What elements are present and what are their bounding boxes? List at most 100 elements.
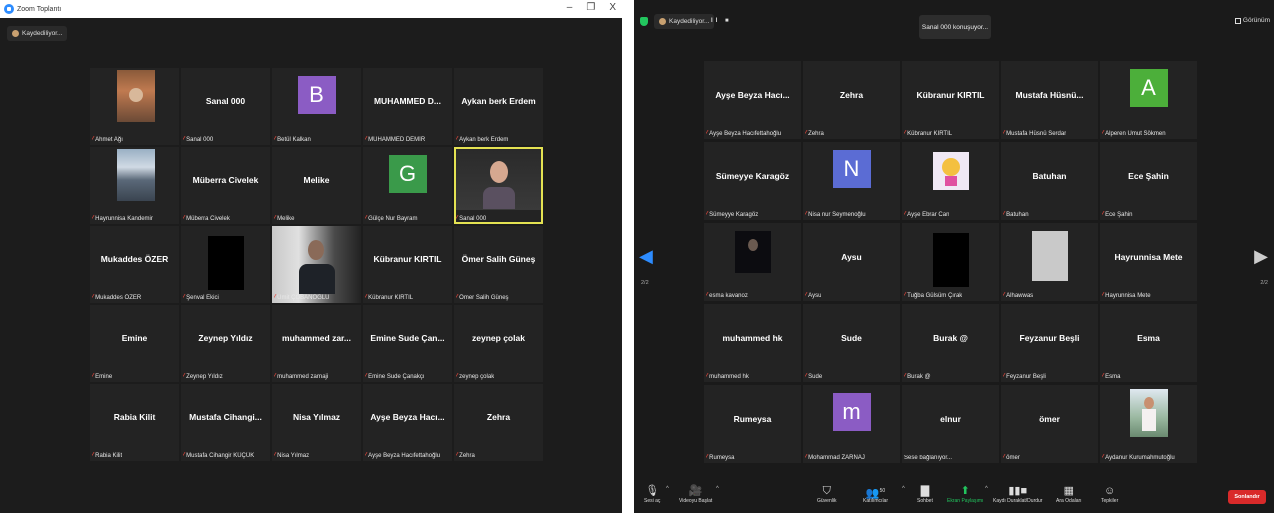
participant-tile[interactable]: muhammed zar... ⁄ muhammed zarnaji <box>272 305 361 382</box>
participant-tile[interactable]: Ayşe Beyza Hacı... ⁄ Ayşe Beyza Hacıfettah… <box>363 384 452 461</box>
participant-tile[interactable]: ⁄ Sanal 000 <box>454 147 543 224</box>
participant-tile[interactable]: Ayşe Beyza Hacı... ⁄ Ayşe Beyza Hacıfettah… <box>704 61 801 139</box>
start-video-button[interactable]: 🎥 Videoyu Başlat <box>679 484 712 504</box>
recording-indicator[interactable]: Kaydediliyor... <box>7 26 68 41</box>
participant-tile[interactable]: m ⁄ Mohammad ZARNAJ <box>803 385 900 463</box>
participant-tile[interactable]: Esma ⁄ Esma <box>1100 304 1197 382</box>
view-label: Görünüm <box>1242 17 1270 24</box>
participant-label: ⁄ Nisa nur Seymenoğlu <box>805 211 866 218</box>
participant-tile[interactable]: ⁄ Ayşe Ebrar Can <box>902 142 999 220</box>
end-meeting-button[interactable]: Sonlandır <box>1228 490 1266 504</box>
participant-tile[interactable]: Zehra ⁄ Zehra <box>454 384 543 461</box>
participant-label-text: Alhawwas <box>1006 292 1034 299</box>
participant-label-text: Nisa nur Seymenoğlu <box>808 211 866 218</box>
muted-mic-icon: ⁄ <box>1003 454 1005 461</box>
unmute-button[interactable]: 🎙 Sesi aç <box>644 484 660 504</box>
participant-label-text: Alperen Umut Sökmen <box>1105 130 1166 137</box>
muted-mic-icon: ⁄ <box>456 294 458 301</box>
participant-label: ⁄ Melike <box>274 215 295 222</box>
participant-tile[interactable]: Nisa Yılmaz ⁄ Nisa Yılmaz <box>272 384 361 461</box>
participant-label-text: Hayrunnisa Mete <box>1105 292 1151 299</box>
participant-label: ⁄ Mustafa Hüsnü Serdar <box>1003 130 1066 137</box>
audio-options-caret-icon[interactable]: ^ <box>666 486 669 492</box>
participant-tile[interactable]: Feyzanur Beşli ⁄ Feyzanur Beşli <box>1001 304 1098 382</box>
participant-tile[interactable]: Emine ⁄ Emine <box>90 305 179 382</box>
participant-label: ⁄ Ümit ÇOBANOĞLU <box>274 294 330 301</box>
participant-tile[interactable]: Ömer Salih Güneş ⁄ Ömer Salih Güneş <box>454 226 543 303</box>
participant-tile[interactable]: Aykan berk Erdem ⁄ Aykan berk Erdem <box>454 68 543 145</box>
participant-tile[interactable]: Sümeyye Karagöz ⁄ Sümeyye Karagöz <box>704 142 801 220</box>
participant-tile[interactable]: ömer ⁄ ömer <box>1001 385 1098 463</box>
participant-tile[interactable]: Rabia Kilit ⁄ Rabia Kilit <box>90 384 179 461</box>
participant-label-text: Betül Kalkan <box>277 136 311 143</box>
participant-name: Burak @ <box>933 332 968 343</box>
pause-stop-recording-button[interactable]: ▮▮■ Kaydı Duraklat/Durdur <box>993 484 1042 504</box>
muted-mic-icon: ⁄ <box>1102 130 1104 137</box>
participant-tile[interactable]: A ⁄ Alperen Umut Sökmen <box>1100 61 1197 139</box>
close-button[interactable]: X <box>609 2 616 13</box>
participant-label-text: muhammed zarnaji <box>277 373 329 380</box>
participant-label: ⁄ Ece Şahin <box>1102 211 1133 218</box>
participant-tile[interactable]: Emine Sude Çan... ⁄ Emine Sude Çanakçı <box>363 305 452 382</box>
participant-tile[interactable]: ⁄ Ahmet Ağı <box>90 68 179 145</box>
participant-tile[interactable]: Zeynep Yıldız ⁄ Zeynep Yıldız <box>181 305 270 382</box>
participant-label: ⁄ Ayşe Beyza Hacıfettahoğlu <box>365 452 440 459</box>
participant-tile[interactable]: Zehra ⁄ Zehra <box>803 61 900 139</box>
participant-tile[interactable]: ⁄ Ümit ÇOBANOĞLU <box>272 226 361 303</box>
view-button[interactable]: Görünüm <box>1234 17 1270 24</box>
video-options-caret-icon[interactable]: ^ <box>716 486 719 492</box>
prev-page-arrow-icon[interactable]: ◀ <box>639 246 653 267</box>
reactions-button[interactable]: ☺ Tepkiler <box>1101 484 1118 504</box>
participant-tile[interactable]: Kübranur KIRTIL ⁄ Kübranur KIRTIL <box>363 226 452 303</box>
participant-tile[interactable]: Burak @ ⁄ Burak @ <box>902 304 999 382</box>
participants-icon: 👥50 <box>865 487 886 500</box>
security-button[interactable]: ⛉ Güvenlik <box>817 484 836 504</box>
participant-tile[interactable]: MUHAMMED D... ⁄ MUHAMMED DEMİR <box>363 68 452 145</box>
participant-tile[interactable]: Aysu ⁄ Aysu <box>803 223 900 301</box>
muted-mic-icon: ⁄ <box>805 373 807 380</box>
participant-tile[interactable]: Mustafa Cihangi... ⁄ Mustafa Cihangir KÜÇÜ… <box>181 384 270 461</box>
participant-tile[interactable]: B ⁄ Betül Kalkan <box>272 68 361 145</box>
participant-tile[interactable]: ⁄ Alhawwas <box>1001 223 1098 301</box>
next-page-arrow-icon[interactable]: ▶ <box>1254 246 1268 267</box>
minimize-button[interactable]: – <box>567 2 573 13</box>
participant-tile[interactable]: Kübranur KIRTIL ⁄ Kübranur KIRTIL <box>902 61 999 139</box>
participant-tile[interactable]: Hayrunnisa Mete ⁄ Hayrunnisa Mete <box>1100 223 1197 301</box>
participant-tile[interactable]: elnur Sese bağlanıyor... <box>902 385 999 463</box>
participant-avatar: B <box>297 76 336 114</box>
participant-tile[interactable]: Mukaddes ÖZER ⁄ Mukaddes ÖZER <box>90 226 179 303</box>
muted-mic-icon: ⁄ <box>274 215 276 222</box>
participant-label: ⁄ Betül Kalkan <box>274 136 311 143</box>
participant-name: Mustafa Hüsnü... <box>1015 89 1084 100</box>
breakout-rooms-button[interactable]: ▦ Ara Odaları <box>1056 484 1082 504</box>
participant-tile[interactable]: ⁄ Aydanur Kurumahmutoğlu <box>1100 385 1197 463</box>
participant-tile[interactable]: ⁄ Tuğba Gülsüm Çırak <box>902 223 999 301</box>
participant-label: ⁄ Alhawwas <box>1003 292 1033 299</box>
participant-tile[interactable]: Melike ⁄ Melike <box>272 147 361 224</box>
shield-icon[interactable] <box>640 17 648 26</box>
participant-tile[interactable]: Müberra Civelek ⁄ Müberra Civelek <box>181 147 270 224</box>
participant-tile[interactable]: Mustafa Hüsnü... ⁄ Mustafa Hüsnü Serdar <box>1001 61 1098 139</box>
participants-caret-icon[interactable]: ^ <box>902 486 905 492</box>
share-screen-button[interactable]: ⬆ Ekran Paylaşımı <box>947 484 983 504</box>
participant-tile[interactable]: ⁄ Hayrunnisa Kandemir <box>90 147 179 224</box>
participant-tile[interactable]: Sanal 000 ⁄ Sanal 000 <box>181 68 270 145</box>
share-caret-icon[interactable]: ^ <box>985 486 988 492</box>
participant-tile[interactable]: Rumeysa ⁄ Rumeysa <box>704 385 801 463</box>
recording-indicator[interactable]: Kaydediliyor... <box>654 14 715 29</box>
participant-tile[interactable]: zeynep çolak ⁄ zeynep çolak <box>454 305 543 382</box>
recording-controls[interactable]: II ■ <box>711 18 732 24</box>
participant-tile[interactable]: G ⁄ Gülçe Nur Bayram <box>363 147 452 224</box>
participant-tile[interactable]: muhammed hk ⁄ muhammed hk <box>704 304 801 382</box>
participant-tile[interactable]: Sude ⁄ Sude <box>803 304 900 382</box>
participant-tile[interactable]: Batuhan ⁄ Batuhan <box>1001 142 1098 220</box>
participant-tile[interactable]: Ece Şahin ⁄ Ece Şahin <box>1100 142 1197 220</box>
participant-tile[interactable]: ⁄ Şenval Ekici <box>181 226 270 303</box>
participant-name: Mukaddes ÖZER <box>100 253 169 264</box>
participant-label-text: Mukaddes ÖZER <box>95 294 142 301</box>
maximize-button[interactable]: ❐ <box>586 2 595 13</box>
participants-button[interactable]: 👥50 Katılımcılar <box>863 484 888 504</box>
chat-button[interactable]: ▇ Sohbet <box>917 484 933 504</box>
participant-tile[interactable]: N ⁄ Nisa nur Seymenoğlu <box>803 142 900 220</box>
participant-tile[interactable]: ⁄ esma kavanoz <box>704 223 801 301</box>
